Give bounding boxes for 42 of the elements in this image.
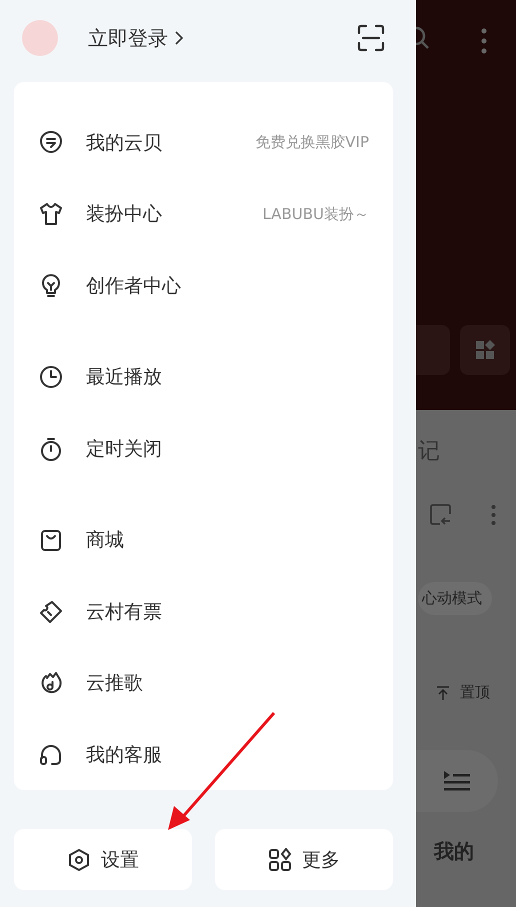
playlist-icon	[443, 770, 471, 792]
grid-icon	[475, 340, 495, 360]
menu-hint: LABUBU装扮～	[262, 204, 369, 224]
login-link[interactable]: 立即登录	[88, 24, 168, 52]
bag-icon	[38, 527, 64, 554]
chevron-right-icon	[174, 30, 184, 46]
pin-top-icon	[436, 686, 450, 700]
menu-label: 商城	[86, 528, 124, 554]
import-icon	[428, 502, 454, 528]
menu-item[interactable]: 商城	[14, 504, 393, 576]
grid-icon	[268, 848, 292, 872]
more-icon	[481, 28, 487, 54]
menu-label: 创作者中心	[86, 274, 181, 299]
menu-label: 最近播放	[86, 365, 162, 390]
menu-item[interactable]: 最近播放	[14, 342, 393, 413]
more-button[interactable]: 更多	[215, 829, 393, 890]
menu-item[interactable]: 云推歌	[14, 648, 393, 719]
menu-label: 我的客服	[86, 742, 162, 768]
settings-button[interactable]: 设置	[14, 829, 192, 890]
menu-item[interactable]: 云村有票	[14, 576, 393, 648]
menu-item[interactable]: 我的云贝 免费兑换黑胶VIP	[14, 107, 393, 178]
menu-label: 云推歌	[86, 671, 143, 696]
menu-label: 装扮中心	[86, 202, 162, 228]
menu-label: 云村有票	[86, 600, 162, 625]
ticket-icon	[38, 598, 64, 625]
menu-label: 我的云贝	[86, 130, 162, 156]
timer-icon	[38, 436, 64, 462]
menu-item[interactable]: 我的客服	[14, 719, 393, 790]
menu-item[interactable]: 创作者中心	[14, 250, 393, 322]
coin-icon	[38, 130, 64, 156]
mode-chip: 心动模式	[418, 582, 492, 615]
menu-label: 定时关闭	[86, 436, 162, 462]
pin-label: 置顶	[460, 683, 490, 702]
more-icon	[491, 504, 496, 526]
tab-label: 我的	[434, 838, 475, 865]
menu-item[interactable]: 装扮中心 LABUBU装扮～	[14, 178, 393, 250]
menu-item[interactable]: 定时关闭	[14, 413, 393, 484]
clock-icon	[38, 364, 64, 390]
menu-hint: 免费兑换黑胶VIP	[255, 133, 369, 152]
scan-icon[interactable]	[357, 24, 385, 52]
settings-icon	[67, 848, 91, 872]
shirt-icon	[38, 201, 64, 228]
